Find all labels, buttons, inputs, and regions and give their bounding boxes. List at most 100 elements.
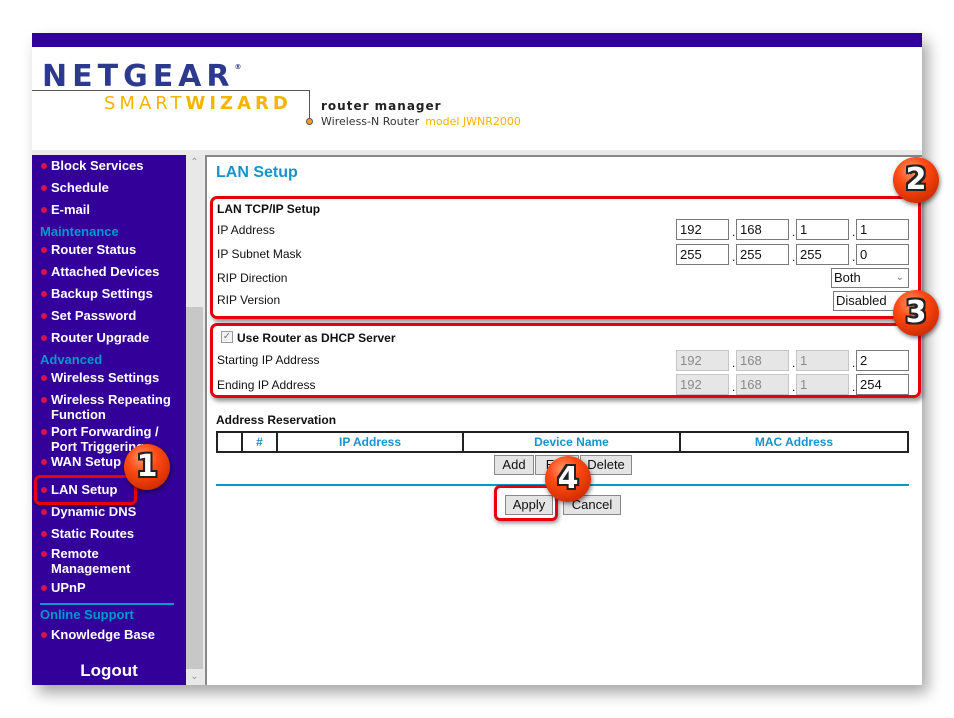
netgear-logo: NETGEAR® xyxy=(42,59,242,94)
ip-address-label: IP Address xyxy=(217,223,275,237)
sidebar-item-attached-devices[interactable]: Attached Devices xyxy=(40,264,159,279)
ip-separator: . xyxy=(792,250,796,264)
ip-separator: . xyxy=(792,380,796,394)
ip-octet-2[interactable]: 168 xyxy=(736,219,789,240)
sidebar-item-label-line2: Function xyxy=(51,407,106,422)
ip-octet-1[interactable]: 192 xyxy=(676,219,729,240)
chevron-down-icon: ⌄ xyxy=(895,272,904,283)
sidebar-item-label: Remote xyxy=(51,546,99,561)
bullet-icon xyxy=(41,397,47,403)
model-name: model JWNR2000 xyxy=(425,115,521,128)
add-button[interactable]: Add xyxy=(494,455,534,475)
dhcp-checkbox-label: Use Router as DHCP Server xyxy=(237,331,396,345)
reservation-heading: Address Reservation xyxy=(216,413,337,427)
bullet-icon xyxy=(41,632,47,638)
sidebar-item-set-password[interactable]: Set Password xyxy=(40,308,136,323)
smart-text: SMART xyxy=(104,93,186,114)
mask-octet-1[interactable]: 255 xyxy=(676,244,729,265)
sidebar-item-backup-settings[interactable]: Backup Settings xyxy=(40,286,153,301)
rip-version-label: RIP Version xyxy=(217,293,281,307)
ip-separator: . xyxy=(852,380,856,394)
sidebar-item-label: Wireless Settings xyxy=(51,370,160,385)
ip-octet-4[interactable]: 1 xyxy=(856,219,909,240)
end-octet-4[interactable]: 254 xyxy=(856,374,909,395)
sidebar-item-router-upgrade[interactable]: Router Upgrade xyxy=(40,330,149,345)
bullet-icon xyxy=(41,459,47,465)
mask-octet-4[interactable]: 0 xyxy=(856,244,909,265)
ip-separator: . xyxy=(852,225,856,239)
ip-separator: . xyxy=(852,356,856,370)
sidebar-item-label: Backup Settings xyxy=(51,286,153,301)
sidebar-item-label: Dynamic DNS xyxy=(51,504,137,519)
sidebar-item-dynamic-dns[interactable]: Dynamic DNS xyxy=(40,504,136,519)
top-bar xyxy=(32,33,922,47)
step-badge-4: 4 xyxy=(545,456,591,502)
logo-dot-icon xyxy=(306,118,313,125)
sidebar-item-label: Router Status xyxy=(51,242,137,257)
sidebar-item-upnp[interactable]: UPnP xyxy=(40,580,86,595)
registered-mark: ® xyxy=(234,63,242,71)
rip-version-value: Disabled xyxy=(836,293,887,308)
subnet-mask-label: IP Subnet Mask xyxy=(217,247,302,261)
sidebar-item-label: Attached Devices xyxy=(51,264,160,279)
sidebar-item-knowledge-base[interactable]: Knowledge Base xyxy=(40,627,155,642)
ip-separator: . xyxy=(732,356,736,370)
dhcp-checkbox[interactable]: ✓ xyxy=(221,331,233,343)
ip-separator: . xyxy=(792,225,796,239)
apply-button[interactable]: Apply xyxy=(505,495,553,515)
bullet-icon xyxy=(41,163,47,169)
ip-separator: . xyxy=(792,356,796,370)
rip-direction-select[interactable]: Both ⌄ xyxy=(831,268,909,288)
ip-separator: . xyxy=(732,250,736,264)
step-badge-3: 3 xyxy=(893,290,939,336)
sidebar-section-maintenance: Maintenance xyxy=(40,224,119,239)
starting-ip-label: Starting IP Address xyxy=(217,353,320,367)
sidebar-item-wan-setup[interactable]: WAN Setup xyxy=(40,454,121,469)
sidebar-item-label: Port Forwarding / xyxy=(51,424,159,439)
end-octet-2: 168 xyxy=(736,374,789,395)
sidebar-item-label: Block Services xyxy=(51,158,144,173)
sidebar-section-advanced: Advanced xyxy=(40,352,103,367)
sidebar-item-static-routes[interactable]: Static Routes xyxy=(40,526,134,541)
mask-octet-2[interactable]: 255 xyxy=(736,244,789,265)
sidebar-item-schedule[interactable]: Schedule xyxy=(40,180,109,195)
sidebar-item-wireless-settings[interactable]: Wireless Settings xyxy=(40,370,159,385)
column-header-mac: MAC Address xyxy=(679,431,909,453)
mask-octet-3[interactable]: 255 xyxy=(796,244,849,265)
rip-direction-value: Both xyxy=(834,270,861,285)
sidebar-item-label: Static Routes xyxy=(51,526,135,541)
sidebar-item-label: LAN Setup xyxy=(51,482,118,497)
smartwizard-logo: SMARTWIZARD xyxy=(104,93,292,114)
sidebar-item-block-services[interactable]: Block Services xyxy=(40,158,144,173)
bullet-icon xyxy=(41,375,47,381)
sidebar-section-online-support: Online Support xyxy=(40,607,134,622)
column-header-number: # xyxy=(241,431,278,453)
end-octet-1: 192 xyxy=(676,374,729,395)
start-octet-1: 192 xyxy=(676,350,729,371)
sidebar-item-lan-setup[interactable]: LAN Setup xyxy=(40,482,117,497)
sidebar-item-remote[interactable]: Remote Management xyxy=(40,546,130,576)
bullet-icon xyxy=(41,509,47,515)
start-octet-4[interactable]: 2 xyxy=(856,350,909,371)
scrollbar-thumb[interactable] xyxy=(186,307,203,669)
sidebar-scrollbar[interactable]: ⌃ ⌄ xyxy=(186,155,203,685)
table-header-row: # IP Address Device Name MAC Address xyxy=(216,431,909,453)
ip-octet-3[interactable]: 1 xyxy=(796,219,849,240)
bullet-icon xyxy=(41,335,47,341)
sidebar-item-router-status[interactable]: Router Status xyxy=(40,242,136,257)
bullet-icon xyxy=(41,291,47,297)
scroll-down-icon[interactable]: ⌄ xyxy=(186,669,203,685)
bullet-icon xyxy=(41,585,47,591)
sidebar-item-label: E-mail xyxy=(51,202,91,217)
rip-direction-label: RIP Direction xyxy=(217,271,288,285)
sidebar-item-e-mail[interactable]: E-mail xyxy=(40,202,90,217)
sidebar-item-label: Wireless Repeating xyxy=(51,392,171,407)
content-pane: LAN Setup LAN TCP/IP Setup IP Address IP… xyxy=(205,155,922,685)
scroll-up-icon[interactable]: ⌃ xyxy=(186,155,203,171)
sidebar-item-wireless-repeating[interactable]: Wireless Repeating Function xyxy=(40,392,171,422)
sidebar-item-label: Router Upgrade xyxy=(51,330,150,345)
end-octet-3: 1 xyxy=(796,374,849,395)
logout-button[interactable]: Logout xyxy=(32,661,186,681)
sidebar-divider xyxy=(40,603,174,605)
product-name: Wireless-N Router xyxy=(321,115,420,128)
